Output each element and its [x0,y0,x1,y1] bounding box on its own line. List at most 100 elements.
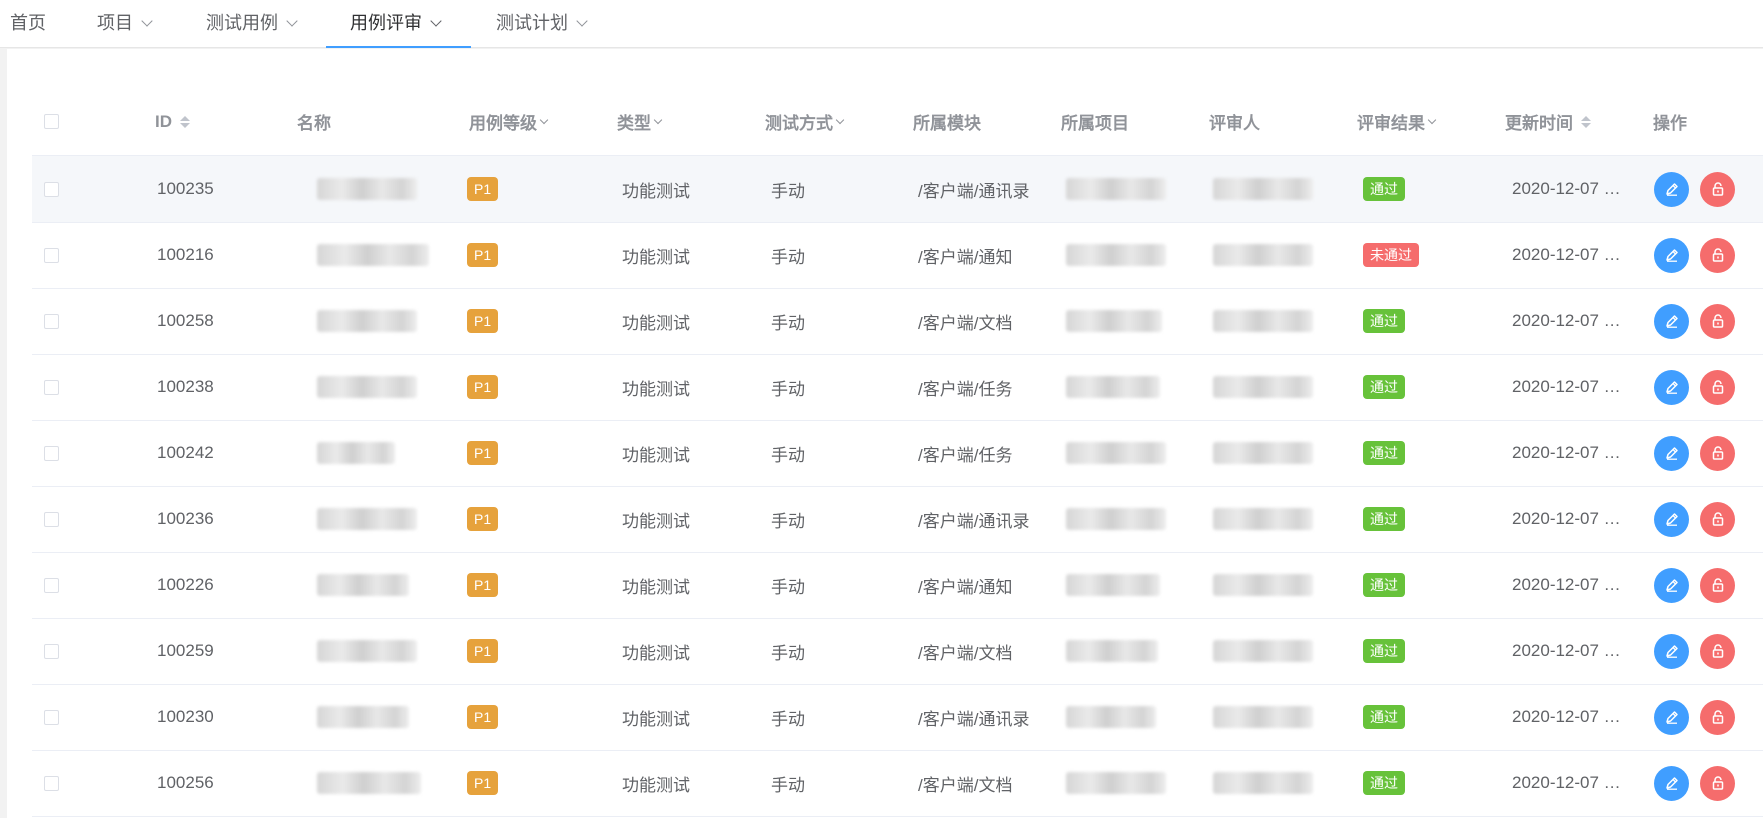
row-checkbox[interactable] [44,643,59,659]
edit-button[interactable] [1654,435,1689,471]
unlock-button[interactable] [1700,303,1735,339]
cell-name[interactable] [317,684,409,750]
cell-name[interactable] [317,288,417,354]
cell-result: 通过 [1363,354,1405,420]
unlock-button[interactable] [1700,567,1735,603]
table-row[interactable]: 100216 P1 功能测试 手动 /客户端/通知 未通过 2020-12-07… [32,222,1763,289]
column-header-label: 测试方式 [765,114,833,133]
pencil-icon [1665,249,1678,262]
unlock-button[interactable] [1700,765,1735,801]
table-row[interactable]: 100259 P1 功能测试 手动 /客户端/文档 通过 2020-12-07 … [32,618,1763,685]
level-badge: P1 [467,441,499,465]
unlock-icon [1712,578,1723,592]
column-header-result[interactable]: 评审结果 [1357,88,1437,155]
unlock-button[interactable] [1700,501,1735,537]
filter-arrow-icon[interactable] [835,115,845,124]
redacted-name [317,772,421,794]
edit-button[interactable] [1654,699,1689,735]
row-checkbox[interactable] [44,181,59,197]
unlock-icon [1712,512,1723,526]
table-row[interactable]: 100256 P1 功能测试 手动 /客户端/文档 通过 2020-12-07 … [32,750,1763,817]
row-checkbox[interactable] [44,709,59,725]
redacted-reviewer [1213,178,1313,200]
unlock-button[interactable] [1700,633,1735,669]
cell-name[interactable] [317,156,417,222]
unlock-button[interactable] [1700,171,1735,207]
edit-button[interactable] [1654,171,1689,207]
sort-caret-icon[interactable] [1581,115,1591,128]
unlock-button[interactable] [1700,435,1735,471]
cell-reviewer [1213,684,1313,750]
status-badge: 通过 [1363,771,1405,795]
level-badge: P1 [467,309,499,333]
edit-button[interactable] [1654,369,1689,405]
level-badge: P1 [467,705,499,729]
cell-module: /客户端/文档 [918,775,1013,795]
edit-button[interactable] [1654,237,1689,273]
unlock-icon [1712,644,1723,658]
column-header-type[interactable]: 类型 [617,88,663,155]
table-row[interactable]: 100238 P1 功能测试 手动 /客户端/任务 通过 2020-12-07 … [32,354,1763,421]
sort-caret-icon[interactable] [180,115,190,128]
cell-updated: 2020-12-07 … [1512,552,1642,618]
edit-button[interactable] [1654,765,1689,801]
nav-item-case-review[interactable]: 用例评审 [326,0,471,48]
unlock-button[interactable] [1700,699,1735,735]
cell-id: 100258 [157,311,214,330]
table-row[interactable]: 100226 P1 功能测试 手动 /客户端/通知 通过 2020-12-07 … [32,552,1763,619]
nav-item-home[interactable]: 首页 [10,0,46,48]
cell-reviewer [1213,222,1313,288]
redacted-project [1066,178,1166,200]
row-checkbox[interactable] [44,511,59,527]
table-row[interactable]: 100230 P1 功能测试 手动 /客户端/通讯录 通过 2020-12-07… [32,684,1763,751]
table-row[interactable]: 100235 P1 功能测试 手动 /客户端/通讯录 通过 2020-12-07… [32,156,1763,223]
cell-type: 功能测试 [622,577,690,597]
unlock-icon [1712,776,1723,790]
column-header-level[interactable]: 用例等级 [469,88,549,155]
row-checkbox[interactable] [44,379,59,395]
column-header-id[interactable]: ID [155,88,190,155]
cell-updated: 2020-12-07 … [1512,222,1642,288]
column-header-updated[interactable]: 更新时间 [1505,88,1591,155]
cell-name[interactable] [317,552,409,618]
row-checkbox[interactable] [44,313,59,329]
filter-arrow-icon[interactable] [653,115,663,124]
cell-project [1066,618,1158,684]
cell-name[interactable] [317,618,417,684]
edit-button[interactable] [1654,501,1689,537]
chevron-down-icon [141,15,153,27]
redacted-name [317,376,417,398]
nav-item-test-plan[interactable]: 测试计划 [496,0,588,48]
updated-time: 2020-12-07 … [1512,377,1621,396]
nav-item-project[interactable]: 项目 [97,0,153,48]
row-checkbox[interactable] [44,775,59,791]
row-checkbox[interactable] [44,577,59,593]
cell-name[interactable] [317,750,421,816]
edit-button[interactable] [1654,633,1689,669]
cell-project [1066,420,1166,486]
cell-level: P1 [467,552,499,618]
table-row[interactable]: 100258 P1 功能测试 手动 /客户端/文档 通过 2020-12-07 … [32,288,1763,355]
table-row[interactable]: 100242 P1 功能测试 手动 /客户端/任务 通过 2020-12-07 … [32,420,1763,487]
cell-name[interactable] [317,354,417,420]
column-header-method[interactable]: 测试方式 [765,88,845,155]
unlock-button[interactable] [1700,369,1735,405]
table-row[interactable]: 100236 P1 功能测试 手动 /客户端/通讯录 通过 2020-12-07… [32,486,1763,553]
filter-arrow-icon[interactable] [539,115,549,124]
pencil-icon [1665,777,1678,790]
unlock-icon [1712,248,1723,262]
nav-item-test-case[interactable]: 测试用例 [206,0,298,48]
row-checkbox[interactable] [44,445,59,461]
row-checkbox[interactable] [44,247,59,263]
edit-button[interactable] [1654,303,1689,339]
column-header-label: 操作 [1653,114,1687,133]
filter-arrow-icon[interactable] [1427,115,1437,124]
cell-name[interactable] [317,222,429,288]
unlock-button[interactable] [1700,237,1735,273]
redacted-project [1066,508,1166,530]
cell-name[interactable] [317,420,395,486]
select-all-checkbox[interactable] [44,114,59,129]
cell-type: 功能测试 [622,181,690,201]
edit-button[interactable] [1654,567,1689,603]
cell-name[interactable] [317,486,417,552]
